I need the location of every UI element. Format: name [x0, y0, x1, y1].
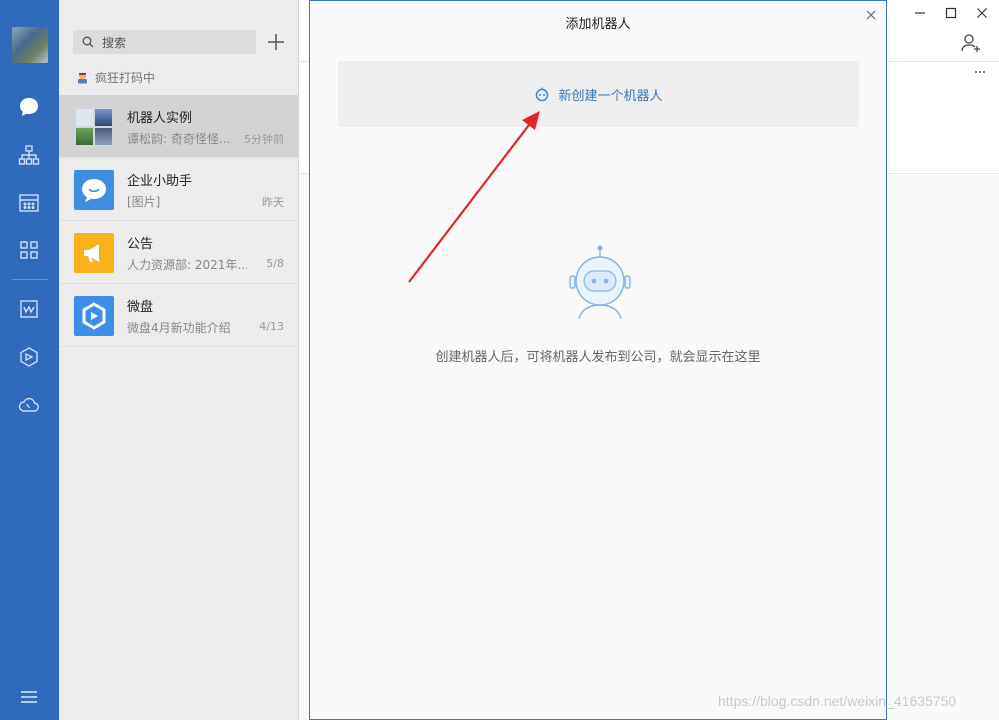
chat-preview: [图片]	[127, 195, 161, 209]
add-person-icon	[961, 34, 980, 52]
more-options-button[interactable]	[974, 66, 986, 74]
add-robot-dialog: 添加机器人 新创建一个机器人 创建机器人后，可将机器人发布到公司，就会显示在这里	[309, 0, 887, 720]
search-input[interactable]: 搜索	[73, 30, 256, 54]
watermark: https://blog.csdn.net/weixin_41635750	[718, 693, 957, 709]
calendar-icon[interactable]	[17, 191, 41, 215]
left-rail	[0, 0, 59, 720]
chat-time: 5分钟前	[244, 133, 284, 146]
add-member-button[interactable]	[960, 32, 982, 54]
user-avatar[interactable]	[12, 27, 48, 63]
create-robot-button[interactable]: 新创建一个机器人	[338, 61, 859, 127]
megaphone-icon	[84, 244, 99, 262]
weipan-logo-icon	[82, 302, 106, 330]
create-robot-label: 新创建一个机器人	[558, 88, 663, 104]
document-icon[interactable]	[17, 297, 41, 321]
group-avatar	[74, 107, 114, 147]
chat-time: 5/8	[266, 257, 284, 270]
chat-item-enterprise-assistant[interactable]: 企业小助手 [图片] 昨天	[59, 158, 298, 221]
chat-preview: 人力资源部: 2021年...	[127, 258, 247, 272]
chat-item-weipan[interactable]: 微盘 微盘4月新功能介绍 4/13	[59, 284, 298, 347]
assistant-avatar	[74, 170, 114, 210]
status-label: 疯狂打码中	[95, 71, 156, 85]
close-icon	[977, 8, 987, 18]
dialog-close-button[interactable]	[863, 7, 879, 23]
user-status[interactable]: 疯狂打码中	[76, 69, 155, 86]
plus-icon	[268, 34, 284, 50]
more-dots-icon	[975, 71, 985, 73]
chat-time: 4/13	[259, 320, 284, 333]
close-icon	[866, 10, 876, 20]
search-icon	[82, 36, 94, 48]
org-chart-icon[interactable]	[17, 143, 41, 167]
add-button[interactable]	[264, 30, 288, 54]
chat-item-robot-demo[interactable]: 机器人实例 谭松韵: 奇奇怪怪... 5分钟前	[59, 95, 298, 158]
chat-preview: 微盘4月新功能介绍	[127, 321, 231, 335]
search-placeholder: 搜索	[102, 35, 127, 50]
apps-grid-icon[interactable]	[17, 238, 41, 262]
window-close-button[interactable]	[973, 4, 991, 22]
menu-icon[interactable]	[17, 685, 41, 709]
chat-name: 微盘	[127, 300, 154, 315]
chat-preview: 谭松韵: 奇奇怪怪...	[127, 132, 231, 146]
dialog-title: 添加机器人	[565, 17, 631, 32]
cloud-phone-icon[interactable]	[17, 393, 41, 417]
cube-icon[interactable]	[17, 345, 41, 369]
minimize-icon	[915, 12, 925, 14]
speech-bubble-icon	[82, 179, 106, 202]
weipan-avatar	[74, 296, 114, 336]
chat-item-announcement[interactable]: 公告 人力资源部: 2021年... 5/8	[59, 221, 298, 284]
chat-name: 机器人实例	[127, 111, 193, 126]
chat-icon[interactable]	[17, 95, 41, 119]
chat-list-panel: 搜索 疯狂打码中 机器人实例 谭松韵: 奇奇怪怪... 5分钟前 企业小助手 […	[59, 0, 299, 720]
maximize-button[interactable]	[942, 4, 960, 22]
minimize-button[interactable]	[911, 4, 929, 22]
empty-state-text: 创建机器人后，可将机器人发布到公司，就会显示在这里	[435, 350, 761, 365]
chat-name: 公告	[127, 237, 154, 252]
chat-time: 昨天	[262, 196, 284, 209]
rail-divider	[12, 279, 48, 280]
status-emoji-icon	[78, 72, 87, 84]
robot-illustration	[567, 244, 631, 320]
announcement-avatar	[74, 233, 114, 273]
chat-name: 企业小助手	[127, 174, 193, 189]
robot-icon	[536, 87, 549, 102]
maximize-icon	[945, 7, 957, 19]
